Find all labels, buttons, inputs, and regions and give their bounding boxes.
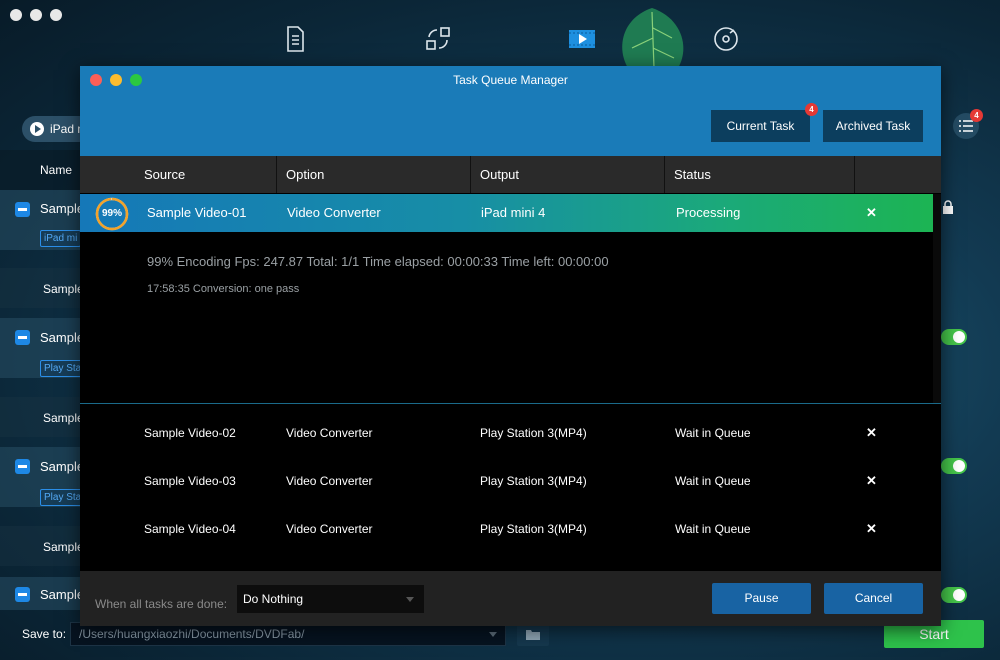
table-row[interactable]: Sample Video-04 Video Converter Play Sta…	[80, 509, 941, 549]
dialog-footer: When all tasks are done:	[80, 571, 941, 626]
collapse-icon[interactable]	[15, 202, 30, 217]
list-item-sub: Sample	[43, 540, 82, 554]
lock-icon	[943, 200, 953, 214]
column-output[interactable]: Output	[471, 156, 665, 193]
task-option: Video Converter	[286, 426, 373, 440]
column-status[interactable]: Status	[665, 156, 855, 193]
leaf-decoration-icon	[622, 8, 684, 68]
task-option: Video Converter	[286, 522, 373, 536]
cancel-button[interactable]: Cancel	[824, 583, 923, 614]
remove-task-icon[interactable]: ✕	[866, 413, 877, 453]
task-status: Wait in Queue	[675, 474, 751, 488]
task-status: Wait in Queue	[675, 426, 751, 440]
when-done-select[interactable]: Do Nothing	[237, 585, 424, 613]
task-option: Video Converter	[287, 205, 381, 220]
collapse-icon[interactable]	[15, 587, 30, 602]
disc-icon[interactable]	[709, 22, 743, 56]
queue-column-headers: Source Option Output Status	[80, 156, 941, 193]
task-option: Video Converter	[286, 474, 373, 488]
conversion-details: 17:58:35 Conversion: one pass	[147, 283, 300, 295]
task-source: Sample Video-02	[144, 426, 236, 440]
remove-task-icon[interactable]: ✕	[866, 194, 877, 232]
pause-button[interactable]: Pause	[712, 583, 811, 614]
task-source: Sample Video-03	[144, 474, 236, 488]
toggle-switch[interactable]	[941, 329, 967, 345]
list-item-title: Sample	[40, 330, 82, 345]
tab-archived-task[interactable]: Archived Task	[823, 110, 923, 142]
remove-task-icon[interactable]: ✕	[866, 509, 877, 549]
progress-ring: 99%	[95, 197, 129, 231]
list-item[interactable]: Sample Play Statio	[0, 318, 82, 378]
list-item[interactable]: Sample Play Statio	[0, 447, 82, 507]
profile-tag[interactable]: Play Statio	[40, 489, 82, 506]
progress-percent: 99%	[101, 208, 122, 219]
task-status: Processing	[676, 205, 741, 220]
window-close-button[interactable]	[10, 9, 22, 21]
list-icon	[959, 120, 973, 132]
list-item[interactable]: Sample iPad mi	[0, 190, 82, 250]
current-task-badge: 4	[805, 103, 818, 116]
when-done-label: When all tasks are done:	[95, 597, 228, 611]
task-output: Play Station 3(MP4)	[480, 474, 587, 488]
video-icon[interactable]	[565, 22, 599, 56]
task-queue-dialog: Task Queue Manager Current Task 4 Archiv…	[80, 66, 941, 626]
collapse-icon[interactable]	[15, 330, 30, 345]
task-source: Sample Video-01	[147, 205, 247, 220]
list-item[interactable]: Sample	[0, 577, 82, 610]
list-item-title: Sample	[40, 587, 82, 602]
task-output: Play Station 3(MP4)	[480, 522, 587, 536]
convert-icon[interactable]	[421, 22, 455, 56]
list-item-title: Sample	[40, 459, 82, 474]
column-source[interactable]: Source	[135, 156, 277, 193]
profile-tag[interactable]: iPad mi	[40, 230, 82, 247]
toggle-switch[interactable]	[941, 587, 967, 603]
window-minimize-button[interactable]	[30, 9, 42, 21]
task-output: iPad mini 4	[481, 205, 546, 220]
dialog-header: Task Queue Manager Current Task 4 Archiv…	[80, 66, 941, 156]
table-row[interactable]: Sample Video-02 Video Converter Play Sta…	[80, 413, 941, 453]
toggle-switch[interactable]	[941, 458, 967, 474]
list-header-name: Name	[0, 150, 82, 190]
profile-tag[interactable]: Play Statio	[40, 360, 82, 377]
dialog-title: Task Queue Manager	[453, 73, 568, 87]
task-count-badge: 4	[970, 109, 983, 122]
divider	[80, 403, 941, 404]
tab-current-task[interactable]: Current Task	[711, 110, 810, 142]
list-item[interactable]: Sample	[0, 268, 82, 308]
list-item-title: Sample	[40, 201, 82, 216]
table-row[interactable]: Sample Video-03 Video Converter Play Sta…	[80, 461, 941, 501]
encoding-details: 99% Encoding Fps: 247.87 Total: 1/1 Time…	[147, 254, 609, 269]
list-item-sub: Sample	[43, 411, 82, 425]
task-source: Sample Video-04	[144, 522, 236, 536]
task-status: Wait in Queue	[675, 522, 751, 536]
scrollbar[interactable]	[933, 194, 941, 403]
document-icon[interactable]	[278, 22, 312, 56]
active-task-row[interactable]: 99% Sample Video-01 Video Converter iPad…	[80, 194, 933, 232]
window-zoom-button[interactable]	[50, 9, 62, 21]
column-option[interactable]: Option	[277, 156, 471, 193]
task-output: Play Station 3(MP4)	[480, 426, 587, 440]
main-window-titlebar	[0, 0, 1000, 68]
collapse-icon[interactable]	[15, 459, 30, 474]
play-icon	[30, 122, 44, 136]
list-item[interactable]: Sample	[0, 526, 82, 566]
save-to-label: Save to:	[22, 627, 67, 641]
list-item[interactable]: Sample	[0, 397, 82, 437]
remove-task-icon[interactable]: ✕	[866, 461, 877, 501]
list-item-sub: Sample	[43, 282, 82, 296]
